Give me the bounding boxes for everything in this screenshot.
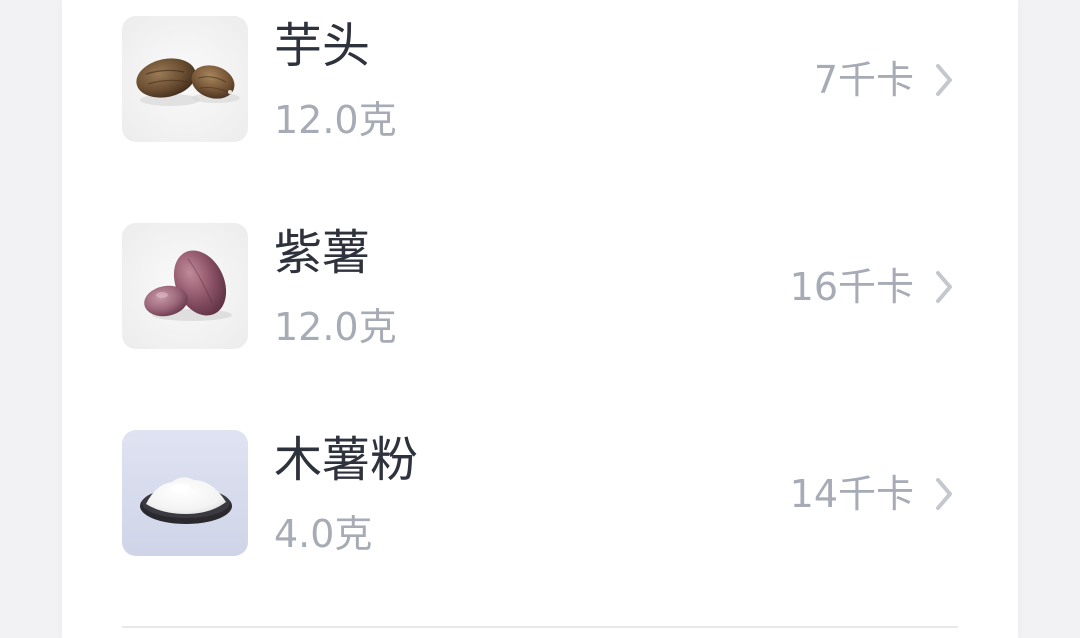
food-list-card: 芋头 12.0克 7千卡 紫薯 12.0克 16千卡 木薯粉 4.0克 14千卡 [62,0,1018,638]
purple-sweet-potato-icon [122,223,248,349]
food-name: 芋头 [274,18,371,74]
chevron-right-icon [936,64,952,96]
food-item-tapioca-flour[interactable]: 木薯粉 4.0克 14千卡 [122,430,958,556]
food-name: 木薯粉 [274,432,419,488]
chevron-right-icon [936,478,952,510]
chevron-right-icon [936,271,952,303]
food-calories: 7千卡 [813,58,914,102]
taro-image [122,16,248,142]
tapioca-flour-image [122,430,248,556]
food-item-purple-sweet-potato[interactable]: 紫薯 12.0克 16千卡 [122,223,958,349]
food-weight: 12.0克 [274,98,397,142]
list-divider [122,626,958,628]
food-calories: 16千卡 [789,265,914,309]
tapioca-flour-icon [122,430,248,556]
food-calories: 14千卡 [789,472,914,516]
food-weight: 4.0克 [274,512,373,556]
food-weight: 12.0克 [274,305,397,349]
taro-icon [122,16,248,142]
food-item-taro[interactable]: 芋头 12.0克 7千卡 [122,16,958,142]
purple-sweet-potato-image [122,223,248,349]
food-name: 紫薯 [274,225,371,281]
